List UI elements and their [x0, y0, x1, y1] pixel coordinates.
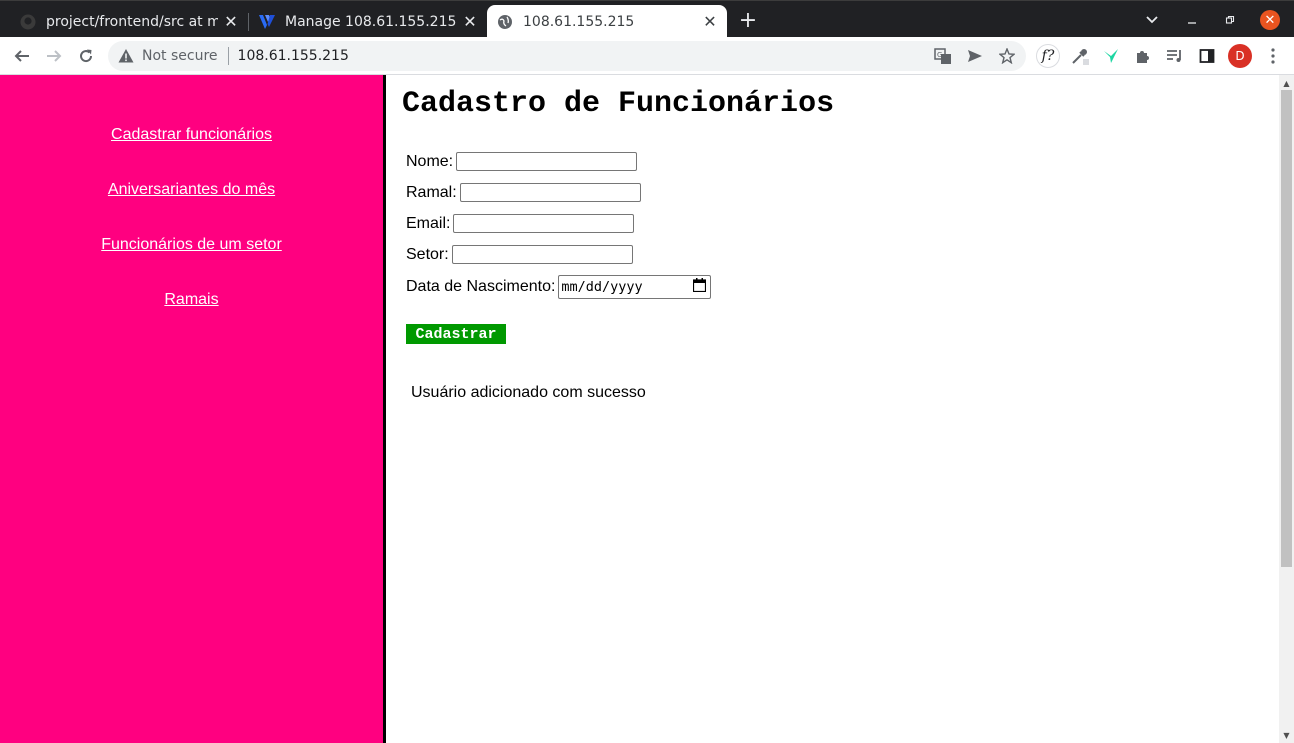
success-message: Usuário adicionado com sucesso	[411, 384, 646, 401]
nome-label: Nome:	[406, 152, 454, 170]
menu-kebab-icon[interactable]	[1262, 45, 1284, 67]
url-text[interactable]: 108.61.155.215	[238, 48, 349, 64]
nascimento-label: Data de Nascimento:	[406, 278, 556, 295]
forward-icon[interactable]	[43, 45, 65, 67]
tab-title: Manage 108.61.155.215 - V	[285, 13, 457, 30]
close-tab-icon[interactable]: ✕	[222, 12, 240, 31]
sidebar: Cadastrar funcionários Aniversariantes d…	[0, 75, 383, 743]
tab-title: 108.61.155.215	[523, 13, 635, 30]
browser-tab-strip: project/frontend/src at m ✕ Manage 108.6…	[0, 0, 1294, 38]
back-icon[interactable]	[11, 45, 33, 67]
form-row-setor: Setor:	[406, 245, 633, 264]
omnibox-separator	[227, 47, 229, 65]
page-title: Cadastro de Funcionários	[402, 87, 835, 121]
profile-avatar[interactable]: D	[1228, 44, 1252, 68]
tab-search-icon[interactable]	[1143, 9, 1161, 31]
form-row-email: Email:	[406, 214, 635, 233]
close-tab-icon[interactable]: ✕	[701, 12, 719, 31]
bird-extension-icon[interactable]	[1100, 45, 1122, 67]
ramal-input[interactable]	[459, 183, 641, 202]
cadastrar-button[interactable]: Cadastrar	[406, 324, 506, 344]
page-scrollbar[interactable]: ▲ ▼	[1279, 75, 1294, 743]
sidebar-link-cadastrar[interactable]: Cadastrar funcionários	[0, 126, 383, 144]
page-viewport: Cadastrar funcionários Aniversariantes d…	[0, 75, 1294, 743]
reload-icon[interactable]	[75, 45, 97, 67]
form-row-nascimento: Data de Nascimento: mm/dd/yyyy	[406, 275, 712, 299]
new-tab-icon[interactable]: +	[736, 8, 760, 33]
warning-icon[interactable]	[118, 48, 134, 64]
media-control-icon[interactable]	[1164, 45, 1186, 67]
scroll-thumb[interactable]	[1281, 90, 1292, 567]
sidebar-link-aniversariantes[interactable]: Aniversariantes do mês	[0, 181, 383, 199]
tab-github[interactable]: project/frontend/src at m ✕	[12, 5, 248, 38]
browser-toolbar: Not secure 108.61.155.215 G f? D	[0, 37, 1294, 75]
ramal-label: Ramal:	[406, 183, 457, 201]
vultr-icon	[259, 14, 275, 30]
birthdate-input[interactable]: mm/dd/yyyy	[558, 275, 712, 299]
security-label[interactable]: Not secure	[142, 48, 218, 64]
calendar-icon[interactable]	[693, 278, 707, 296]
sidebar-link-setor[interactable]: Funcionários de um setor	[0, 236, 383, 254]
minimize-icon[interactable]	[1184, 9, 1200, 31]
github-icon	[20, 14, 36, 30]
sidebar-link-ramais[interactable]: Ramais	[0, 291, 383, 309]
main-content: Cadastro de Funcionários Nome: Ramal: Em…	[386, 75, 1279, 743]
tab-active[interactable]: 108.61.155.215 ✕	[487, 5, 727, 38]
translate-icon[interactable]: G	[932, 45, 954, 67]
eyedropper-icon[interactable]	[1069, 45, 1091, 67]
setor-input[interactable]	[451, 245, 633, 264]
email-input[interactable]	[453, 214, 635, 233]
scroll-up-icon[interactable]: ▲	[1279, 76, 1294, 90]
close-tab-icon[interactable]: ✕	[461, 12, 479, 31]
tab-separator	[248, 13, 249, 31]
globe-icon	[497, 14, 513, 30]
extensions-puzzle-icon[interactable]	[1132, 45, 1154, 67]
formula-extension-icon[interactable]: f?	[1036, 44, 1060, 68]
bookmark-star-icon[interactable]	[996, 45, 1018, 67]
side-panel-icon[interactable]	[1196, 45, 1218, 67]
svg-text:G: G	[937, 51, 942, 59]
form-row-ramal: Ramal:	[406, 183, 641, 202]
address-bar[interactable]: Not secure 108.61.155.215	[108, 41, 1026, 71]
restore-icon[interactable]	[1222, 9, 1238, 31]
date-placeholder: mm/dd/yyyy	[561, 279, 643, 295]
nome-input[interactable]	[456, 152, 638, 171]
send-icon[interactable]	[964, 45, 986, 67]
tab-title: project/frontend/src at m	[46, 13, 218, 30]
scroll-down-icon[interactable]: ▼	[1279, 728, 1294, 742]
form-row-nome: Nome:	[406, 152, 638, 171]
tab-vultr[interactable]: Manage 108.61.155.215 - V ✕	[251, 5, 487, 38]
setor-label: Setor:	[406, 245, 449, 263]
email-label: Email:	[406, 214, 451, 232]
window-close-icon[interactable]: ✕	[1260, 10, 1280, 30]
